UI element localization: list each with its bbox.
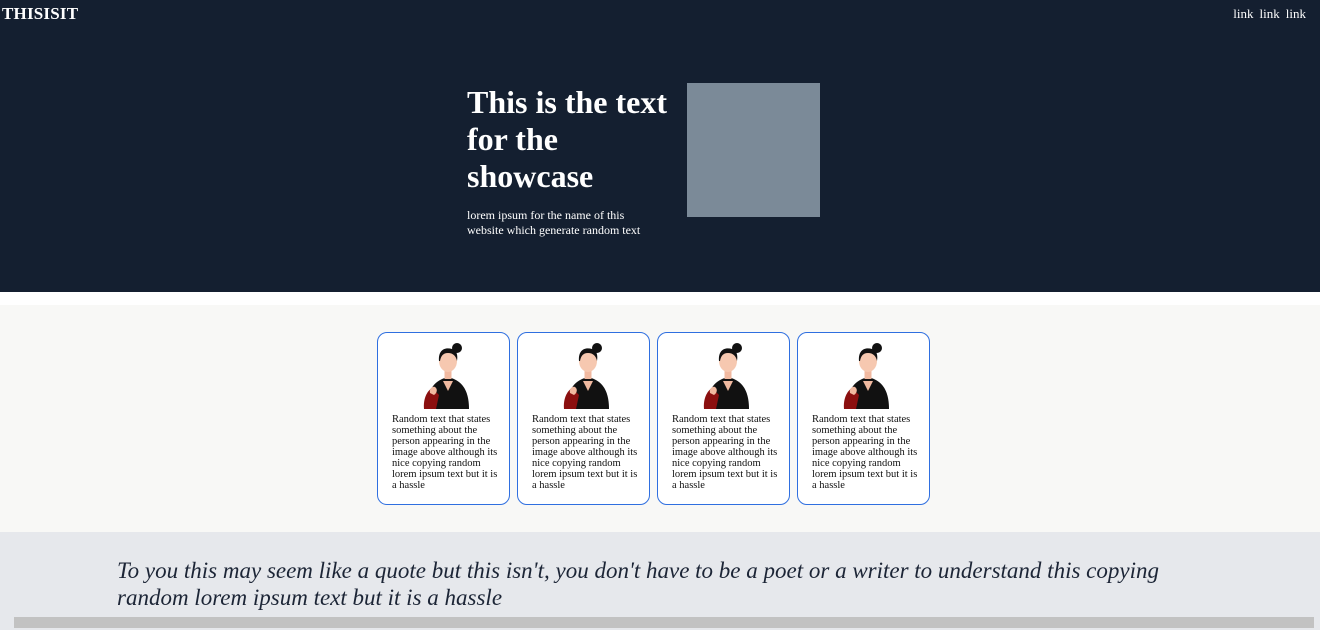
card-text: Random text that states something about … (672, 414, 778, 491)
hero-section: THISISIT link link link This is the text… (0, 0, 1320, 292)
quote-text: To you this may seem like a quote but th… (117, 558, 1159, 610)
person-card: Random text that states something about … (377, 332, 510, 505)
nav-link-1[interactable]: link (1233, 6, 1253, 22)
quote-section: To you this may seem like a quote but th… (0, 532, 1320, 630)
person-card: Random text that states something about … (797, 332, 930, 505)
card-text: Random text that states something about … (532, 414, 638, 491)
nav-link-3[interactable]: link (1286, 6, 1306, 22)
card-text: Random text that states something about … (812, 414, 918, 491)
person-card: Random text that states something about … (657, 332, 790, 505)
showcase-title: This is the text for the showcase (467, 84, 667, 194)
showcase-image-placeholder (687, 83, 820, 217)
person-avatar-icon (423, 343, 469, 409)
nav-link-2[interactable]: link (1260, 6, 1280, 22)
brand-logo[interactable]: THISISIT (2, 4, 78, 24)
person-avatar-icon (703, 343, 749, 409)
horizontal-scrollbar[interactable] (14, 617, 1314, 628)
person-avatar-icon (563, 343, 609, 409)
main-nav: link link link (1233, 6, 1306, 22)
showcase-subtitle: lorem ipsum for the name of this website… (467, 208, 641, 237)
person-avatar-icon (843, 343, 889, 409)
card-text: Random text that states something about … (392, 414, 498, 491)
cards-section: Random text that states something about … (0, 305, 1320, 532)
person-card: Random text that states something about … (517, 332, 650, 505)
